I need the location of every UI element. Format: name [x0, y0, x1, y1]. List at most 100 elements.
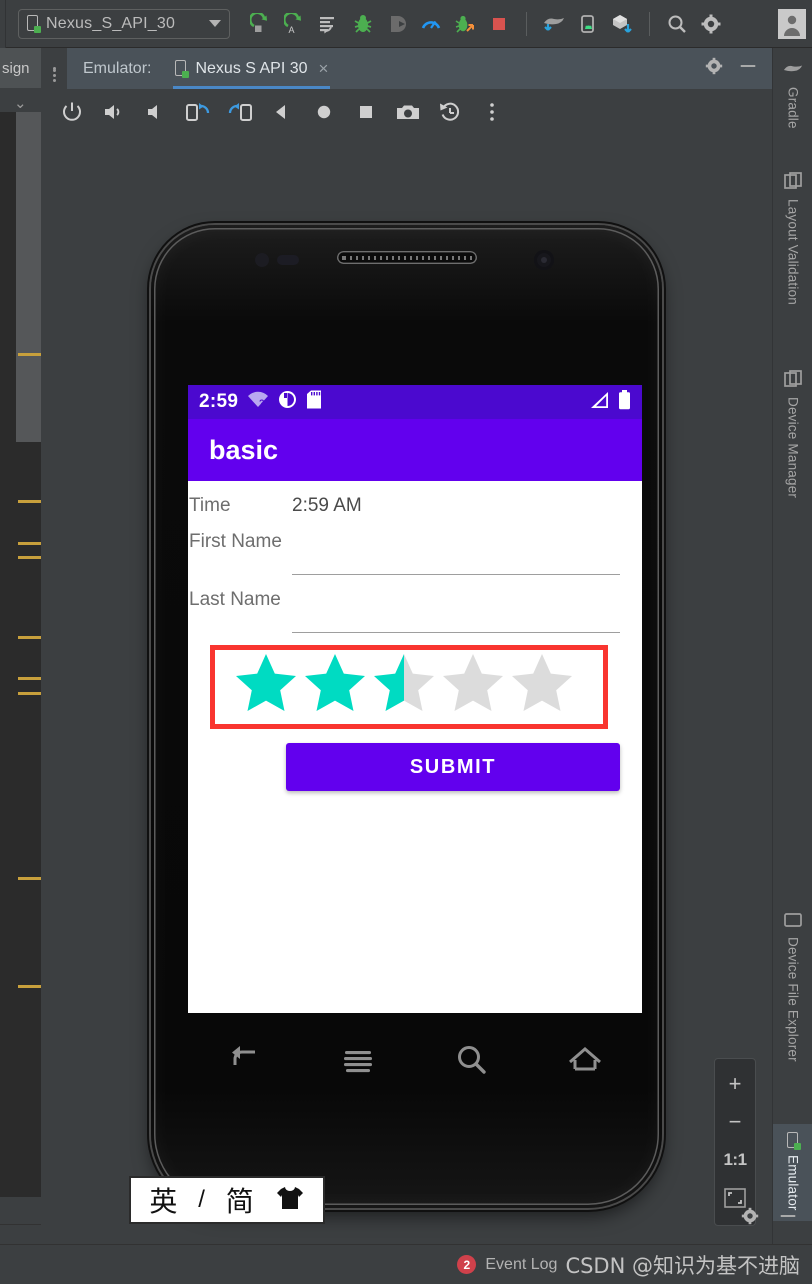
warning-marker[interactable]: [18, 692, 41, 695]
sidebar-item-device-manager[interactable]: Device Manager: [773, 364, 812, 504]
editor-tab-design[interactable]: sign: [0, 48, 41, 88]
avd-manager-button[interactable]: [573, 9, 603, 39]
editor-minimap[interactable]: [0, 112, 41, 1197]
attach-debugger-button[interactable]: [382, 9, 412, 39]
home-button[interactable]: [303, 92, 345, 132]
stop-button[interactable]: [484, 9, 514, 39]
first-name-label: First Name: [189, 531, 282, 552]
left-sliver-bottom: [0, 1197, 41, 1224]
front-camera-icon: [534, 250, 554, 270]
gradle-elephant-icon: [783, 62, 803, 81]
right-tool-sidebar: Gradle Layout Validation Device Manager …: [772, 48, 812, 1244]
run-app-button[interactable]: [246, 9, 276, 39]
warning-marker[interactable]: [18, 877, 41, 880]
emulator-stage: 2:59 ? basic Time 2:59 AM First Name Las…: [41, 135, 772, 1244]
search-everywhere-button[interactable]: [662, 9, 692, 39]
ide-status-bar: 2 Event Log CSDN @知识为基不进脑: [0, 1244, 812, 1284]
panel-footer-controls: [740, 1206, 798, 1231]
minimize-icon[interactable]: [778, 1206, 798, 1231]
sidebar-item-label: Device File Explorer: [785, 937, 801, 1062]
settings-button[interactable]: [696, 9, 726, 39]
device-back-button[interactable]: [217, 1034, 273, 1086]
profiler-button[interactable]: [416, 9, 446, 39]
earpiece-speaker: [336, 251, 477, 264]
gear-icon[interactable]: [704, 56, 724, 81]
rating-star-4[interactable]: [442, 651, 504, 711]
device-menu-button[interactable]: [330, 1034, 386, 1086]
rating-star-5[interactable]: [511, 651, 573, 711]
rotate-screen-button[interactable]: [429, 92, 471, 132]
warning-marker[interactable]: [18, 353, 41, 356]
zoom-controls: + − 1:1: [714, 1058, 756, 1226]
more-options-icon[interactable]: [41, 48, 67, 89]
emulator-tabs-wrap: Emulator: Nexus S API 30 ×: [67, 48, 772, 89]
sdk-manager-button[interactable]: [607, 9, 637, 39]
debug-app-button[interactable]: [348, 9, 378, 39]
rating-bar[interactable]: [235, 651, 573, 711]
rating-star-1[interactable]: [235, 651, 297, 711]
warning-marker[interactable]: [18, 677, 41, 680]
warning-marker[interactable]: [18, 542, 41, 545]
event-log-button[interactable]: 2 Event Log: [457, 1255, 557, 1274]
last-name-input[interactable]: [292, 589, 620, 633]
zoom-in-button[interactable]: +: [715, 1065, 755, 1103]
tab-label: Nexus S API 30: [195, 59, 308, 77]
power-button[interactable]: [51, 92, 93, 132]
rotate-left-button[interactable]: [177, 92, 219, 132]
back-button[interactable]: [261, 92, 303, 132]
gradle-sync-button[interactable]: [539, 9, 569, 39]
warning-marker[interactable]: [18, 500, 41, 503]
first-name-input[interactable]: [292, 531, 620, 575]
rating-star-3-half[interactable]: [373, 651, 435, 711]
sidebar-item-label: Gradle: [785, 87, 801, 129]
screenshot-button[interactable]: [387, 92, 429, 132]
volume-up-button[interactable]: [93, 92, 135, 132]
device-search-button[interactable]: [444, 1034, 500, 1086]
event-log-badge: 2: [457, 1255, 477, 1274]
submit-button[interactable]: SUBMIT: [286, 743, 620, 791]
extended-controls-button[interactable]: [471, 92, 513, 132]
ime-indicator-overlay[interactable]: 英 / 简: [129, 1176, 325, 1224]
tab-nexus-s-api-30[interactable]: Nexus S API 30 ×: [173, 48, 331, 89]
shirt-icon: [275, 1184, 305, 1217]
android-studio-window: Nexus_S_API_30 A sign ⌄ Emulator: Nexus …: [0, 0, 812, 1284]
sidebar-item-device-file-explorer[interactable]: Device File Explorer: [773, 906, 812, 1068]
warning-marker[interactable]: [18, 985, 41, 988]
zoom-actual-button[interactable]: 1:1: [715, 1141, 755, 1179]
apply-changes-restart-button[interactable]: A: [280, 9, 310, 39]
wifi-question-icon: ?: [247, 391, 269, 414]
run-with-coverage-button[interactable]: [450, 9, 480, 39]
device-screen[interactable]: 2:59 ? basic Time 2:59 AM First Name Las…: [188, 385, 642, 1013]
sidebar-item-layout-validation[interactable]: Layout Validation: [773, 166, 812, 311]
device-selector-dropdown[interactable]: Nexus_S_API_30: [18, 8, 230, 39]
account-button[interactable]: [778, 8, 806, 39]
chevron-down-icon[interactable]: ⌄: [14, 94, 27, 112]
minimize-icon[interactable]: [738, 56, 758, 81]
overview-button[interactable]: [345, 92, 387, 132]
device-file-icon: [784, 912, 802, 931]
sd-card-icon: [306, 390, 322, 414]
editor-tab-design-label: sign: [2, 59, 30, 77]
apply-code-changes-button[interactable]: [314, 9, 344, 39]
device-home-button[interactable]: [557, 1034, 613, 1086]
ide-toolbar: Nexus_S_API_30 A: [0, 0, 812, 48]
form-row-last-name: Last Name: [188, 575, 642, 633]
ime-mode-label: 简: [225, 1185, 254, 1218]
run-controls-group: A: [246, 9, 726, 39]
gear-icon[interactable]: [740, 1206, 760, 1231]
sidebar-item-gradle[interactable]: Gradle: [773, 56, 812, 135]
sidebar-item-label: Emulator: [785, 1155, 801, 1211]
scrollbar-thumb[interactable]: [16, 112, 41, 442]
emulator-tabbar: Emulator: Nexus S API 30 ×: [41, 48, 772, 89]
volume-down-button[interactable]: [135, 92, 177, 132]
svg-text:?: ?: [259, 398, 265, 408]
signal-icon: [589, 391, 610, 414]
warning-marker[interactable]: [18, 556, 41, 559]
rotate-right-button[interactable]: [219, 92, 261, 132]
zoom-out-button[interactable]: −: [715, 1103, 755, 1141]
chevron-down-icon[interactable]: [209, 20, 221, 27]
device-selector-label: Nexus_S_API_30: [46, 14, 176, 32]
warning-marker[interactable]: [18, 636, 41, 639]
rating-star-2[interactable]: [304, 651, 366, 711]
close-icon[interactable]: ×: [319, 59, 329, 79]
